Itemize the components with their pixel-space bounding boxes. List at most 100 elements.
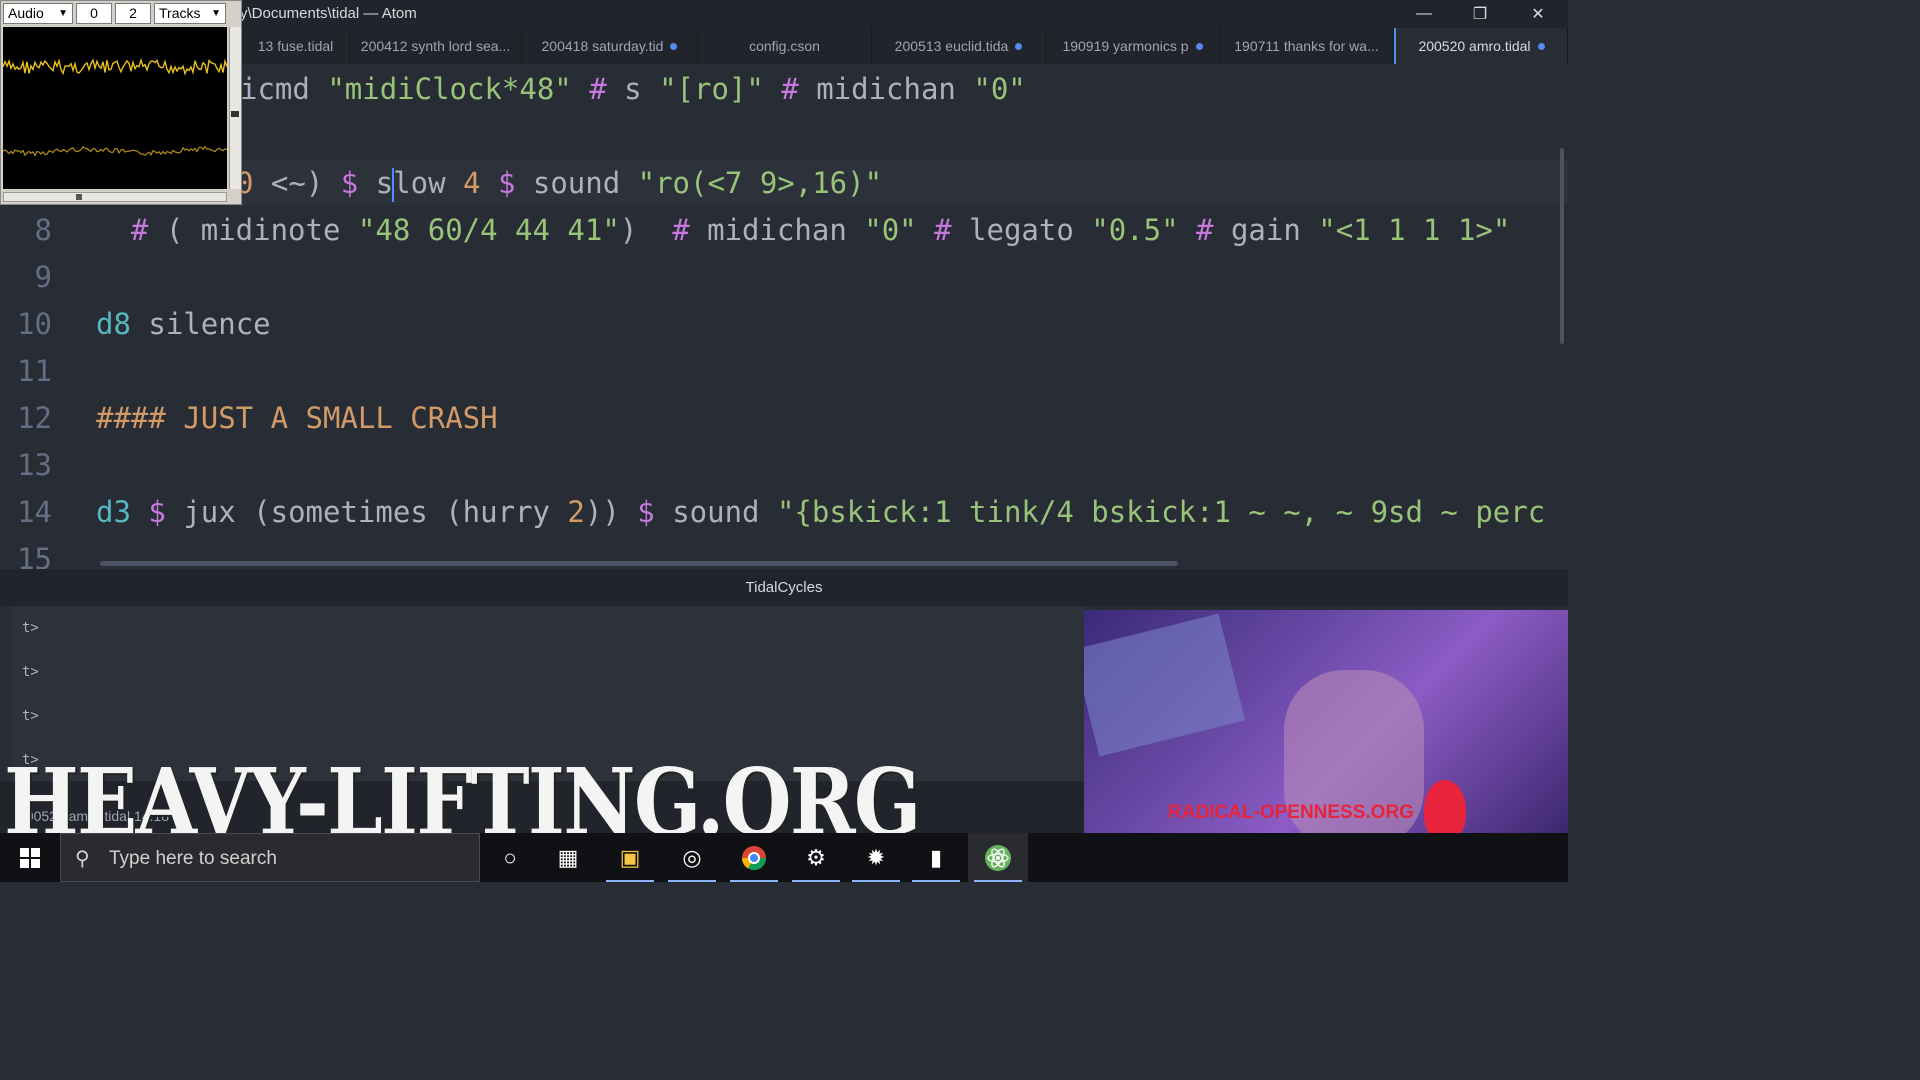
audio-field-b-value: 2	[129, 5, 137, 21]
restore-icon[interactable]: ❐	[1452, 0, 1508, 28]
code-line[interactable]: 8 # ( midinote "48 60/4 44 41") # midich…	[0, 207, 1568, 254]
code-line[interactable]: 13	[0, 442, 1568, 489]
tab-yarmonics[interactable]: 190919 yarmonics p	[1046, 28, 1220, 64]
code-line[interactable]: 9	[0, 254, 1568, 301]
laptop-shape	[1084, 613, 1246, 757]
tab-fuse[interactable]: 13 fuse.tidal	[242, 28, 350, 64]
code-line[interactable]: 12 #### JUST A SMALL CRASH	[0, 395, 1568, 442]
code-token: #	[130, 213, 166, 247]
audio-mode-select[interactable]: Tracks ▼	[154, 3, 226, 24]
audio-field-a-value: 0	[90, 5, 98, 21]
code-token: $	[340, 166, 376, 200]
code-token: 2	[567, 495, 585, 529]
code-token: #	[672, 213, 708, 247]
search-placeholder: Type here to search	[109, 848, 277, 869]
code-token: $	[637, 495, 673, 529]
chevron-down-icon: ▼	[58, 8, 68, 19]
scope-horizontal-scrollbar[interactable]	[3, 192, 227, 202]
code-line[interactable]: 10 d8 silence	[0, 301, 1568, 348]
vertical-scrollbar[interactable]	[1560, 148, 1564, 344]
code-text: #### JUST A SMALL CRASH	[96, 395, 498, 442]
code-token: "[ro]"	[659, 72, 764, 106]
package-icon[interactable]: ▮	[906, 833, 966, 882]
code-token: "0"	[864, 213, 917, 247]
tidalcycles-panel-header[interactable]: TidalCycles	[0, 569, 1568, 606]
line-number: 13	[17, 448, 52, 482]
tab-amro[interactable]: 200520 amro.tidal	[1394, 28, 1568, 64]
code-token: legato	[969, 213, 1092, 247]
task-view-icon[interactable]: ▦	[538, 833, 598, 882]
code-line[interactable]: 11	[0, 348, 1568, 395]
tab-label: 200418 saturday.tid	[541, 38, 664, 54]
audio-mode-value: Tracks	[159, 5, 201, 21]
modified-dot-icon	[1015, 42, 1023, 50]
tab-synth-lord[interactable]: 200412 synth lord sea...	[350, 28, 522, 64]
tab-thanks[interactable]: 190711 thanks for wa...	[1220, 28, 1394, 64]
code-token: jux (sometimes (hurry	[183, 495, 568, 529]
audio-field-b[interactable]: 2	[115, 3, 151, 24]
code-token: $	[497, 166, 533, 200]
webcam-caption: RADICAL-OPENNESS.ORG	[1168, 802, 1414, 823]
taskbar-search-box[interactable]: ⚲ Type here to search	[60, 833, 480, 882]
minimize-icon[interactable]: —	[1396, 0, 1452, 28]
tab-euclid[interactable]: 200513 euclid.tida	[872, 28, 1046, 64]
code-line[interactable]: 14 d3 $ jux (sometimes (hurry 2)) $ sound…	[0, 489, 1568, 536]
code-token: midichan	[816, 72, 974, 106]
code-token: "midiClock*48"	[327, 72, 572, 106]
code-token: #	[1178, 213, 1231, 247]
code-text: d3 $ jux (sometimes (hurry 2)) $ sound "…	[96, 489, 1545, 536]
audio-scope-widget: Audio ▼ 0 2 Tracks ▼	[0, 0, 242, 205]
settings-icon[interactable]: ⚙	[786, 833, 846, 882]
line-number: 14	[17, 495, 52, 529]
tab-config[interactable]: config.cson	[698, 28, 872, 64]
console-prompt: t>	[22, 620, 39, 636]
modified-dot-icon	[1537, 42, 1545, 50]
code-token: ( midinote	[165, 213, 358, 247]
code-token: #	[916, 213, 970, 247]
file-explorer-icon[interactable]: ▣	[600, 833, 660, 882]
cortana-icon[interactable]: ○	[480, 833, 540, 882]
code-token: s	[375, 166, 394, 200]
tab-label: 190711 thanks for wa...	[1234, 38, 1379, 54]
code-token: gain	[1230, 213, 1319, 247]
tab-saturday[interactable]: 200418 saturday.tid	[522, 28, 698, 64]
atom-icon[interactable]	[968, 833, 1028, 882]
code-token: )	[619, 213, 673, 247]
console-prompt: t>	[22, 708, 39, 724]
horizontal-scrollbar[interactable]	[100, 561, 1178, 566]
code-token: <~)	[253, 166, 341, 200]
code-token: "0"	[973, 72, 1026, 106]
code-token: sound	[672, 495, 777, 529]
tidal-spiral-icon[interactable]: ✹	[846, 833, 906, 882]
tab-label: config.cson	[749, 38, 820, 54]
slider-thumb[interactable]	[231, 111, 239, 117]
audio-source-value: Audio	[8, 5, 44, 21]
line-number: 11	[17, 354, 52, 388]
taskbar: ⚲ Type here to search ○ ▦ ▣ ◎ ⚙ ✹ ▮	[0, 833, 1568, 882]
window-title: y\Documents\tidal — Atom	[240, 5, 417, 22]
scrollbar-thumb[interactable]	[76, 194, 82, 200]
code-token: low	[393, 166, 464, 200]
windows-start-icon[interactable]	[0, 833, 60, 882]
tab-label: 13 fuse.tidal	[257, 38, 334, 54]
chrome-icon[interactable]	[724, 833, 784, 882]
code-token: "<1 1 1 1>"	[1318, 213, 1511, 247]
line-number: 10	[17, 307, 52, 341]
scope-gain-slider[interactable]	[229, 27, 241, 189]
code-token: d8	[96, 307, 149, 341]
code-text: icmd "midiClock*48" # s "[ro]" # midicha…	[240, 66, 1026, 113]
chevron-down-icon: ▼	[211, 8, 221, 19]
code-token: $	[148, 495, 184, 529]
code-token: "0.5"	[1091, 213, 1179, 247]
code-token: "{bskick:1 tink/4 bskick:1 ~ ~, ~ 9sd ~ …	[776, 495, 1546, 529]
audio-field-a[interactable]: 0	[76, 3, 112, 24]
code-text: d8 silence	[96, 301, 271, 348]
line-number: 15	[17, 542, 52, 569]
close-icon[interactable]: ✕	[1510, 0, 1566, 28]
obs-icon[interactable]: ◎	[662, 833, 722, 882]
code-token: #	[763, 72, 817, 106]
audio-source-select[interactable]: Audio ▼	[3, 3, 73, 24]
code-token: #### JUST A SMALL CRASH	[96, 401, 498, 435]
code-token: 4	[463, 166, 498, 200]
waveform-icon	[2, 57, 228, 157]
